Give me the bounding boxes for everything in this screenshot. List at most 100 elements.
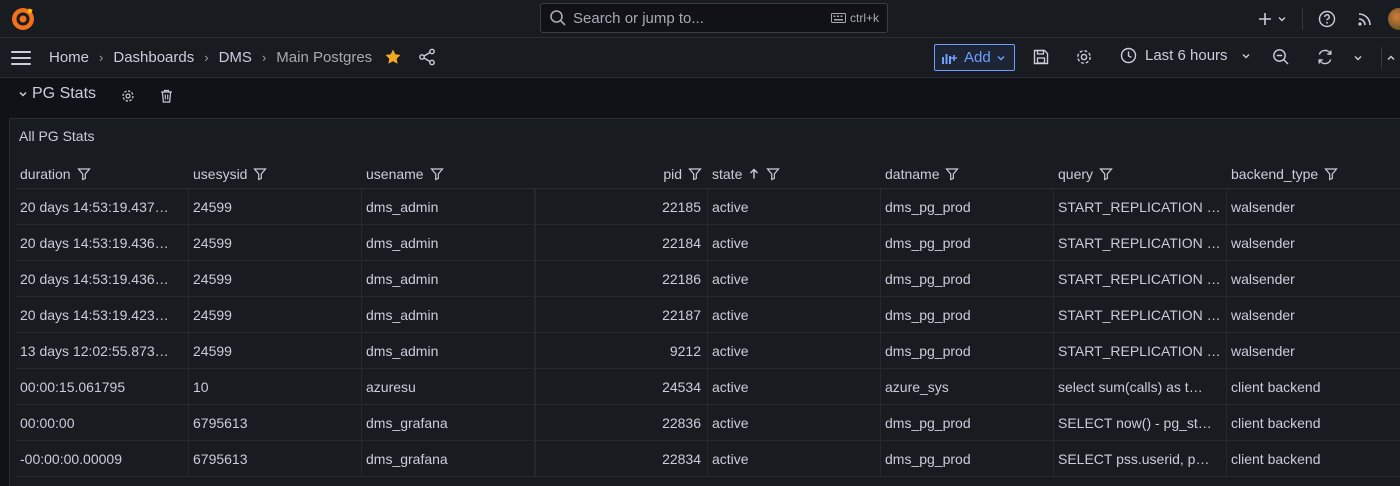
search-input[interactable]: Search or jump to... ctrl+k bbox=[540, 3, 888, 33]
cell-duration: -00:00:00.00009 bbox=[16, 441, 189, 477]
cell-usename: dms_admin bbox=[362, 189, 535, 225]
plus-icon bbox=[1259, 13, 1271, 25]
column-header-duration[interactable]: duration bbox=[20, 166, 91, 182]
cell-usename: dms_admin bbox=[362, 297, 535, 333]
cell-datname: dms_pg_prod bbox=[881, 297, 1054, 333]
table-body: 20 days 14:53:19.437… 24599 dms_admin 22185… bbox=[16, 189, 1400, 477]
table-row: 20 days 14:53:19.423… 24599 dms_admin 22187… bbox=[16, 297, 1400, 333]
cell-query: START_REPLICATION … bbox=[1054, 333, 1227, 369]
cell-duration: 20 days 14:53:19.436… bbox=[16, 225, 189, 261]
cell-datname: dms_pg_prod bbox=[881, 441, 1054, 477]
help-button[interactable] bbox=[1318, 9, 1336, 29]
column-header-label: pid bbox=[663, 166, 682, 182]
cell-backend-type: walsender bbox=[1227, 297, 1400, 333]
column-header-pid[interactable]: pid bbox=[535, 166, 702, 182]
rss-icon bbox=[1358, 13, 1371, 26]
refresh-icon[interactable] bbox=[1316, 48, 1334, 66]
collapse-chevron-icon[interactable] bbox=[1385, 52, 1397, 64]
cell-duration: 00:00:00 bbox=[16, 405, 189, 441]
cell-duration: 20 days 14:53:19.437… bbox=[16, 189, 189, 225]
news-button[interactable] bbox=[1357, 9, 1373, 29]
column-header-usename[interactable]: usename bbox=[366, 166, 444, 182]
column-header-usesysid[interactable]: usesysid bbox=[193, 166, 268, 182]
cell-pid: 22184 bbox=[535, 225, 708, 261]
column-header-label: usesysid bbox=[193, 166, 248, 182]
table-row: 20 days 14:53:19.437… 24599 dms_admin 22185… bbox=[16, 189, 1400, 225]
filter-icon[interactable] bbox=[253, 167, 268, 181]
filter-icon[interactable] bbox=[429, 167, 444, 181]
filter-icon[interactable] bbox=[1099, 167, 1113, 181]
cell-state: active bbox=[708, 225, 881, 261]
time-range-picker[interactable]: Last 6 hours bbox=[1120, 47, 1252, 64]
column-header-state[interactable]: state bbox=[712, 166, 781, 182]
row-title[interactable]: PG Stats bbox=[32, 85, 96, 103]
cell-backend-type: walsender bbox=[1227, 261, 1400, 297]
divider bbox=[1302, 8, 1303, 30]
filter-icon[interactable] bbox=[766, 167, 781, 181]
cell-backend-type: client backend bbox=[1227, 369, 1400, 405]
cell-backend-type: walsender bbox=[1227, 225, 1400, 261]
cell-query: START_REPLICATION … bbox=[1054, 225, 1227, 261]
column-divider bbox=[535, 189, 536, 477]
zoom-out-icon[interactable] bbox=[1272, 48, 1290, 66]
cell-query: SELECT pss.userid, p… bbox=[1054, 441, 1227, 477]
chevron-right-icon: › bbox=[99, 50, 104, 65]
avatar[interactable] bbox=[1388, 8, 1400, 30]
filter-icon[interactable] bbox=[945, 167, 960, 181]
cell-usename: dms_admin bbox=[362, 225, 535, 261]
cell-datname: dms_pg_prod bbox=[881, 225, 1054, 261]
nav-bar: Home › Dashboards › DMS › Main Postgres … bbox=[0, 38, 1400, 78]
column-header-label: backend_type bbox=[1231, 166, 1319, 182]
top-bar: Search or jump to... ctrl+k bbox=[0, 0, 1400, 38]
dashboard-row-header[interactable]: PG Stats bbox=[18, 85, 96, 103]
breadcrumb-dashboards[interactable]: Dashboards bbox=[113, 49, 194, 66]
add-button[interactable]: Add bbox=[934, 44, 1015, 71]
search-icon bbox=[550, 10, 566, 26]
cell-usesysid: 10 bbox=[189, 369, 362, 405]
grafana-logo-icon[interactable] bbox=[10, 6, 36, 32]
cell-usename: dms_grafana bbox=[362, 405, 535, 441]
cell-state: active bbox=[708, 261, 881, 297]
filter-icon[interactable] bbox=[688, 167, 702, 181]
cell-usename: dms_grafana bbox=[362, 441, 535, 477]
table-panel: All PG Stats duration usesysid usename pid s… bbox=[9, 118, 1400, 486]
divider bbox=[1381, 47, 1382, 69]
menu-icon[interactable] bbox=[11, 51, 31, 65]
cell-pid: 22185 bbox=[535, 189, 708, 225]
table-row: 20 days 14:53:19.436… 24599 dms_admin 22184… bbox=[16, 225, 1400, 261]
panel-title[interactable]: All PG Stats bbox=[19, 128, 94, 144]
cell-usesysid: 24599 bbox=[189, 225, 362, 261]
breadcrumb-folder[interactable]: DMS bbox=[219, 49, 252, 66]
gear-icon[interactable] bbox=[1075, 48, 1093, 66]
filter-icon[interactable] bbox=[76, 167, 91, 181]
cell-state: active bbox=[708, 405, 881, 441]
column-header-datname[interactable]: datname bbox=[885, 166, 960, 182]
trash-icon[interactable] bbox=[160, 89, 173, 103]
cell-query: START_REPLICATION … bbox=[1054, 297, 1227, 333]
add-label: Add bbox=[964, 49, 991, 66]
cell-query: START_REPLICATION … bbox=[1054, 261, 1227, 297]
cell-state: active bbox=[708, 333, 881, 369]
refresh-interval-chevron-icon[interactable] bbox=[1352, 52, 1364, 64]
cell-query: select sum(calls) as t… bbox=[1054, 369, 1227, 405]
row-settings-gear-icon[interactable] bbox=[121, 89, 135, 103]
share-icon[interactable] bbox=[418, 48, 436, 66]
cell-state: active bbox=[708, 369, 881, 405]
cell-datname: dms_pg_prod bbox=[881, 333, 1054, 369]
filter-icon[interactable] bbox=[1324, 167, 1338, 181]
search-shortcut: ctrl+k bbox=[849, 11, 879, 25]
save-icon[interactable] bbox=[1032, 48, 1050, 66]
cell-datname: azure_sys bbox=[881, 369, 1054, 405]
cell-pid: 9212 bbox=[535, 333, 708, 369]
cell-usesysid: 24599 bbox=[189, 333, 362, 369]
breadcrumb-home[interactable]: Home bbox=[49, 49, 89, 66]
new-menu-button[interactable] bbox=[1258, 9, 1288, 29]
cell-usename: dms_admin bbox=[362, 333, 535, 369]
star-icon[interactable] bbox=[384, 48, 402, 66]
cell-datname: dms_pg_prod bbox=[881, 261, 1054, 297]
column-header-query[interactable]: query bbox=[1058, 166, 1113, 182]
chevron-down-icon[interactable] bbox=[18, 89, 28, 99]
chevron-right-icon: › bbox=[261, 50, 267, 65]
column-header-backend-type[interactable]: backend_type bbox=[1231, 166, 1338, 182]
keyboard-icon bbox=[830, 13, 846, 23]
